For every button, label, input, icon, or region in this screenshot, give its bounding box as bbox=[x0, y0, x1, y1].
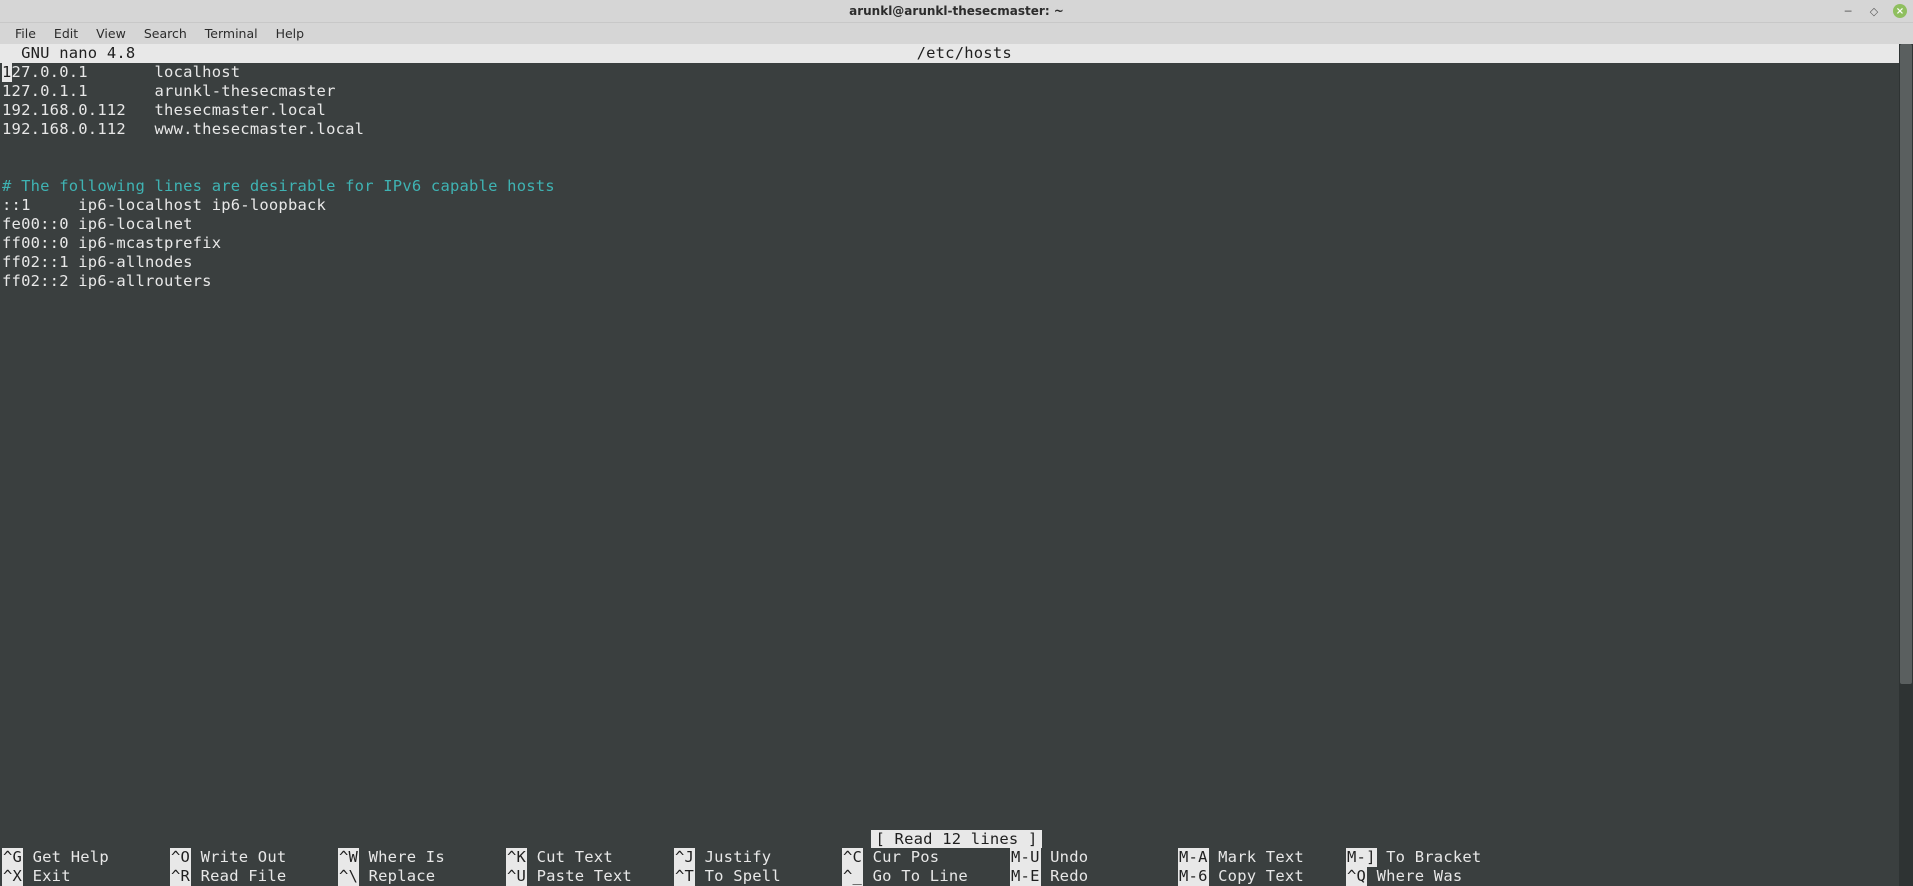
close-icon[interactable]: × bbox=[1893, 4, 1907, 18]
shortcut-key: ^J bbox=[674, 848, 695, 867]
shortcut-key: ^_ bbox=[842, 867, 863, 886]
shortcut-key: ^T bbox=[674, 867, 695, 886]
menu-help[interactable]: Help bbox=[267, 24, 314, 43]
editor-content[interactable]: 127.0.0.1 localhost127.0.1.1 arunkl-thes… bbox=[0, 63, 1913, 291]
menu-file[interactable]: File bbox=[6, 24, 45, 43]
shortcut-item: ^X Exit bbox=[2, 867, 170, 886]
editor-line: ::1 ip6-localhost ip6-loopback bbox=[2, 196, 1913, 215]
shortcut-row-1: ^G Get Help^O Write Out^W Where Is^K Cut… bbox=[2, 848, 1913, 867]
shortcut-key: ^O bbox=[170, 848, 191, 867]
menu-view[interactable]: View bbox=[87, 24, 135, 43]
shortcut-item: ^Q Where Was bbox=[1346, 867, 1514, 886]
shortcut-item: ^U Paste Text bbox=[506, 867, 674, 886]
scrollbar-thumb[interactable] bbox=[1900, 44, 1912, 684]
shortcut-item: ^K Cut Text bbox=[506, 848, 674, 867]
shortcut-item: ^R Read File bbox=[170, 867, 338, 886]
nano-status-text: [ Read 12 lines ] bbox=[871, 830, 1041, 848]
shortcut-item: ^T To Spell bbox=[674, 867, 842, 886]
shortcut-row-2: ^X Exit^R Read File^\ Replace^U Paste Te… bbox=[2, 867, 1913, 886]
nano-filename: /etc/hosts bbox=[15, 44, 1913, 63]
minimize-icon[interactable]: ─ bbox=[1841, 4, 1855, 18]
shortcut-key: ^Q bbox=[1346, 867, 1367, 886]
shortcut-item: ^G Get Help bbox=[2, 848, 170, 867]
shortcut-item: M-E Redo bbox=[1010, 867, 1178, 886]
shortcut-item: ^J Justify bbox=[674, 848, 842, 867]
shortcut-item: ^C Cur Pos bbox=[842, 848, 1010, 867]
shortcut-item: ^_ Go To Line bbox=[842, 867, 1010, 886]
terminal-scrollbar[interactable] bbox=[1899, 44, 1913, 886]
shortcut-key: ^X bbox=[2, 867, 23, 886]
shortcut-key: ^K bbox=[506, 848, 527, 867]
maximize-icon[interactable]: ◇ bbox=[1867, 4, 1881, 18]
editor-line: 127.0.0.1 localhost bbox=[2, 63, 1913, 82]
shortcut-key: ^R bbox=[170, 867, 191, 886]
shortcut-key: M-U bbox=[1010, 848, 1041, 867]
shortcut-key: ^\ bbox=[338, 867, 359, 886]
shortcut-key: ^W bbox=[338, 848, 359, 867]
shortcut-key: ^U bbox=[506, 867, 527, 886]
shortcut-item: M-A Mark Text bbox=[1178, 848, 1346, 867]
editor-line: 192.168.0.112 www.thesecmaster.local bbox=[2, 120, 1913, 139]
editor-line: ff00::0 ip6-mcastprefix bbox=[2, 234, 1913, 253]
editor-line: 127.0.1.1 arunkl-thesecmaster bbox=[2, 82, 1913, 101]
editor-line bbox=[2, 158, 1913, 177]
shortcut-key: M-6 bbox=[1178, 867, 1209, 886]
shortcut-item: ^O Write Out bbox=[170, 848, 338, 867]
editor-line: 192.168.0.112 thesecmaster.local bbox=[2, 101, 1913, 120]
nano-status-line: [ Read 12 lines ] bbox=[0, 830, 1913, 848]
window-title: arunkl@arunkl-thesecmaster: ~ bbox=[849, 4, 1064, 18]
window-controls: ─ ◇ × bbox=[1841, 4, 1907, 18]
shortcut-key: ^G bbox=[2, 848, 23, 867]
shortcut-item: M-6 Copy Text bbox=[1178, 867, 1346, 886]
nano-shortcuts: ^G Get Help^O Write Out^W Where Is^K Cut… bbox=[0, 848, 1913, 886]
menu-search[interactable]: Search bbox=[135, 24, 196, 43]
menu-bar: File Edit View Search Terminal Help bbox=[0, 22, 1913, 44]
cursor: 1 bbox=[2, 63, 12, 82]
editor-line: ff02::2 ip6-allrouters bbox=[2, 272, 1913, 291]
menu-edit[interactable]: Edit bbox=[45, 24, 87, 43]
shortcut-item: ^\ Replace bbox=[338, 867, 506, 886]
terminal-area[interactable]: GNU nano 4.8 /etc/hosts 127.0.0.1 localh… bbox=[0, 44, 1913, 886]
editor-line: ff02::1 ip6-allnodes bbox=[2, 253, 1913, 272]
shortcut-key: M-E bbox=[1010, 867, 1041, 886]
shortcut-key: M-A bbox=[1178, 848, 1209, 867]
shortcut-item: M-U Undo bbox=[1010, 848, 1178, 867]
shortcut-item: ^W Where Is bbox=[338, 848, 506, 867]
shortcut-key: M-] bbox=[1346, 848, 1377, 867]
nano-header: GNU nano 4.8 /etc/hosts bbox=[0, 44, 1913, 63]
editor-line bbox=[2, 139, 1913, 158]
window-titlebar: arunkl@arunkl-thesecmaster: ~ ─ ◇ × bbox=[0, 0, 1913, 22]
editor-line: fe00::0 ip6-localnet bbox=[2, 215, 1913, 234]
shortcut-key: ^C bbox=[842, 848, 863, 867]
editor-line: # The following lines are desirable for … bbox=[2, 177, 1913, 196]
menu-terminal[interactable]: Terminal bbox=[196, 24, 267, 43]
shortcut-item: M-] To Bracket bbox=[1346, 848, 1514, 867]
